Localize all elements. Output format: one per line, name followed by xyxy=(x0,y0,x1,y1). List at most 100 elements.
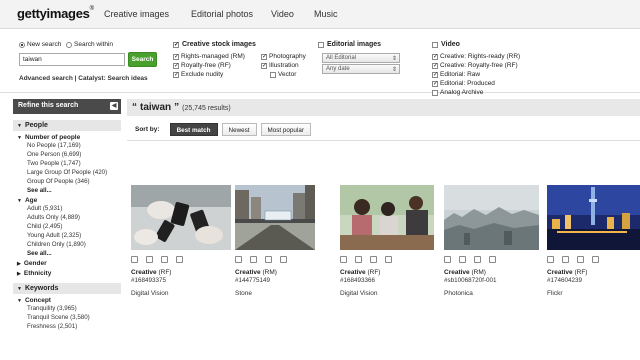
card-actions xyxy=(547,256,640,265)
filter-illustration[interactable]: ✓ Illustration xyxy=(261,62,299,69)
filter-video-raw[interactable]: ✓ Editorial: Raw xyxy=(432,71,480,78)
details-icon[interactable] xyxy=(280,256,287,263)
details-icon[interactable] xyxy=(592,256,599,263)
refine-option[interactable]: One Person (6,699) xyxy=(13,150,121,159)
creative-filter-header[interactable]: ✓ Creative stock images xyxy=(173,41,256,48)
card-license: Creative (RF) xyxy=(131,269,172,276)
filter-video-produced[interactable]: ✓ Editorial: Produced xyxy=(432,80,495,87)
filter-rights-managed[interactable]: ✓ Rights-managed (RM) xyxy=(173,53,245,60)
card-actions xyxy=(340,256,434,265)
sort-best-match[interactable]: Best match xyxy=(169,123,218,136)
see-all-link[interactable]: See all... xyxy=(13,249,121,257)
result-thumbnail[interactable] xyxy=(340,185,434,250)
similar-icon[interactable] xyxy=(577,256,584,263)
video-filter-header[interactable]: Video xyxy=(432,41,460,48)
result-thumbnail[interactable] xyxy=(131,185,231,250)
keywords-section-header[interactable]: ▼ Keywords xyxy=(13,283,121,294)
result-thumbnail[interactable] xyxy=(547,185,640,250)
refine-option[interactable]: Children Only (1,890) xyxy=(13,240,121,249)
similar-icon[interactable] xyxy=(265,256,272,263)
dropdown-arrow-icon: ⇕ xyxy=(391,67,397,73)
card-id[interactable]: #168493366 xyxy=(340,277,434,284)
cart-icon[interactable] xyxy=(235,256,242,263)
refine-option[interactable]: Child (2,495) xyxy=(13,222,121,231)
checkbox-checked-icon: ✓ xyxy=(261,53,268,60)
cart-icon[interactable] xyxy=(547,256,554,263)
results-open-quote: “ xyxy=(132,102,137,113)
checkbox-checked-icon: ✓ xyxy=(173,62,180,69)
concept-group[interactable]: ▼ Concept xyxy=(13,294,121,304)
result-thumbnail[interactable] xyxy=(235,185,315,250)
nav-music[interactable]: Music xyxy=(314,9,338,19)
ethnicity-group[interactable]: ▶ Ethnicity xyxy=(13,267,121,277)
editorial-type-select[interactable]: All Editorial ⇕ xyxy=(322,53,400,63)
refine-header[interactable]: Refine this search ◀ xyxy=(13,99,121,114)
card-id[interactable]: #174604239 xyxy=(547,277,640,284)
refine-option[interactable]: Two People (1,747) xyxy=(13,159,121,168)
cart-icon[interactable] xyxy=(131,256,138,263)
filter-video-rr[interactable]: ✓ Creative: Rights-ready (RR) xyxy=(432,53,520,60)
refine-option[interactable]: Freshness (2,501) xyxy=(13,322,121,331)
refine-option[interactable]: Adult (5,931) xyxy=(13,204,121,213)
search-button[interactable]: Search xyxy=(128,52,157,67)
sort-most-popular[interactable]: Most popular xyxy=(260,123,311,136)
refine-option[interactable]: Tranquil Scene (3,580) xyxy=(13,313,121,322)
checkbox-checked-icon: ✓ xyxy=(432,80,439,87)
lightbox-icon[interactable] xyxy=(459,256,466,263)
result-thumbnail[interactable] xyxy=(444,185,539,250)
filter-video-rf[interactable]: ✓ Creative: Royalty-free (RF) xyxy=(432,62,518,69)
refine-option[interactable]: Large Group Of People (420) xyxy=(13,168,121,177)
nav-editorial-photos[interactable]: Editorial photos xyxy=(191,9,253,19)
see-all-link[interactable]: See all... xyxy=(13,186,121,194)
nav-creative-images[interactable]: Creative images xyxy=(104,9,169,19)
gender-group[interactable]: ▶ Gender xyxy=(13,257,121,267)
card-id[interactable]: #144775149 xyxy=(235,277,315,284)
refine-option[interactable]: Young Adult (2,325) xyxy=(13,231,121,240)
filter-vector[interactable]: Vector xyxy=(270,71,296,78)
cart-icon[interactable] xyxy=(444,256,451,263)
lightbox-icon[interactable] xyxy=(355,256,362,263)
similar-icon[interactable] xyxy=(370,256,377,263)
advanced-search-link[interactable]: Advanced search xyxy=(19,75,73,82)
cart-icon[interactable] xyxy=(340,256,347,263)
similar-icon[interactable] xyxy=(474,256,481,263)
refine-option[interactable]: Tranquility (3,965) xyxy=(13,304,121,313)
details-icon[interactable] xyxy=(385,256,392,263)
card-source: Digital Vision xyxy=(340,290,378,297)
number-of-people-group[interactable]: ▼ Number of people xyxy=(13,131,121,141)
filter-exclude-nudity[interactable]: ✓ Exclude nudity xyxy=(173,71,223,78)
lightbox-icon[interactable] xyxy=(250,256,257,263)
nav-video[interactable]: Video xyxy=(271,9,294,19)
card-id[interactable]: #sb10068720f-001 xyxy=(444,277,539,284)
details-icon[interactable] xyxy=(489,256,496,263)
link-separator: | xyxy=(74,75,77,82)
age-group[interactable]: ▼ Age xyxy=(13,194,121,204)
similar-icon[interactable] xyxy=(161,256,168,263)
radio-selected-icon xyxy=(19,41,25,48)
details-icon[interactable] xyxy=(176,256,183,263)
filter-photography[interactable]: ✓ Photography xyxy=(261,53,306,60)
new-search-radio[interactable]: New search xyxy=(19,41,61,48)
logo[interactable]: gettyimages® xyxy=(17,6,94,21)
lightbox-icon[interactable] xyxy=(562,256,569,263)
people-section-header[interactable]: ▼ People xyxy=(13,120,121,131)
filter-royalty-free[interactable]: ✓ Royalty-free (RF) xyxy=(173,62,231,69)
refine-option[interactable]: Group Of People (346) xyxy=(13,177,121,186)
search-input[interactable]: taiwan xyxy=(19,53,125,66)
editorial-filter-header[interactable]: Editorial images xyxy=(318,41,381,48)
refine-option[interactable]: Adults Only (4,889) xyxy=(13,213,121,222)
lightbox-icon[interactable] xyxy=(146,256,153,263)
filter-analog-archive[interactable]: Analog Archive xyxy=(432,89,483,96)
card-source: Flickr xyxy=(547,290,563,297)
catalyst-link[interactable]: Catalyst: Search ideas xyxy=(78,75,147,82)
sort-newest[interactable]: Newest xyxy=(221,123,257,136)
refine-option[interactable]: No People (17,169) xyxy=(13,141,121,150)
search-links: Advanced search | Catalyst: Search ideas xyxy=(19,75,148,82)
search-within-radio[interactable]: Search within xyxy=(66,41,113,48)
card-id[interactable]: #168493375 xyxy=(131,277,231,284)
editorial-date-select[interactable]: Any date ⇕ xyxy=(322,64,400,74)
checkbox-checked-icon: ✓ xyxy=(173,53,180,60)
checkbox-checked-icon: ✓ xyxy=(432,53,439,60)
results-query: taiwan xyxy=(140,102,172,113)
checkbox-checked-icon: ✓ xyxy=(173,41,180,48)
